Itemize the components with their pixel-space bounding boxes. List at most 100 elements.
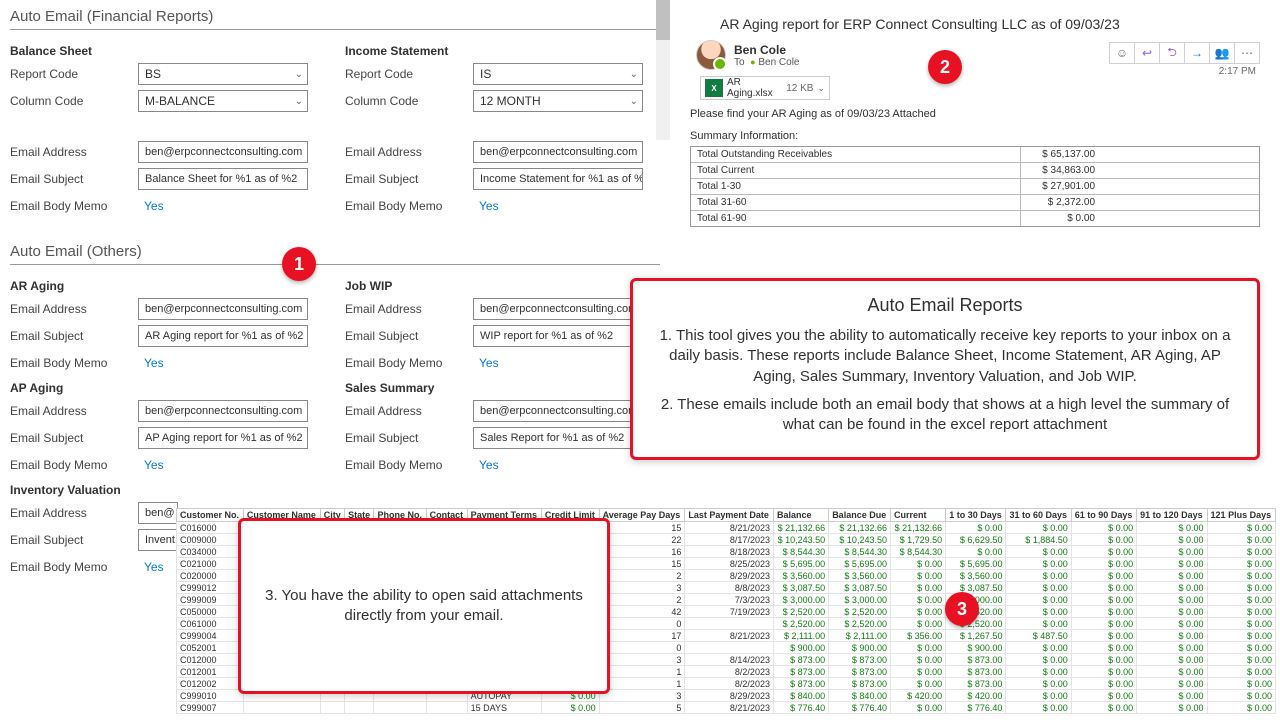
label-email-memo: Email Body Memo	[10, 199, 138, 213]
label-email-subj: Email Subject	[345, 329, 473, 343]
label-email-addr: Email Address	[10, 302, 138, 316]
input-ap-subject[interactable]: AP Aging report for %1 as of %2	[138, 427, 308, 449]
chevron-down-icon: ⌄	[295, 96, 303, 107]
label-email-addr: Email Address	[345, 145, 473, 159]
table-row[interactable]: C99900715 DAYS$ 0.0058/21/2023$ 776.40$ …	[177, 702, 1276, 714]
input-ar-subject[interactable]: AR Aging report for %1 as of %2	[138, 325, 308, 347]
label-email-memo: Email Body Memo	[10, 458, 138, 472]
link-ap-memo[interactable]: Yes	[138, 458, 308, 472]
col-header[interactable]: Customer No.	[177, 509, 244, 522]
label-report-code: Report Code	[345, 67, 473, 81]
col-header[interactable]: Balance Due	[829, 509, 891, 522]
badge-1: 1	[282, 247, 316, 281]
input-ap-email[interactable]: ben@erpconnectconsulting.com	[138, 400, 308, 422]
sales-heading: Sales Summary	[345, 381, 660, 395]
chevron-down-icon: ⌄	[630, 96, 638, 107]
label-email-subj: Email Subject	[10, 329, 138, 343]
scrollbar[interactable]	[656, 0, 670, 140]
link-is-memo[interactable]: Yes	[473, 199, 643, 213]
label-column-code: Column Code	[345, 94, 473, 108]
label-email-subj: Email Subject	[10, 172, 138, 186]
col-header[interactable]: Average Pay Days	[599, 509, 685, 522]
select-bs-column-code[interactable]: M-BALANCE⌄	[138, 90, 308, 112]
email-body-text: Please find your AR Aging as of 09/03/23…	[690, 108, 1260, 120]
input-inv-email[interactable]: ben@	[138, 502, 178, 524]
summary-label: Total 31-60	[691, 195, 1021, 210]
balance-sheet-group: Balance Sheet Report Code BS⌄ Column Cod…	[10, 38, 325, 116]
summary-value: $ 65,137.00	[1021, 147, 1101, 162]
attachment-name: AR Aging.xlsx	[727, 77, 782, 99]
link-sales-memo[interactable]: Yes	[473, 458, 643, 472]
col-header[interactable]: 121 Plus Days	[1207, 509, 1275, 522]
summary-value: $ 2,372.00	[1021, 195, 1101, 210]
inv-heading: Inventory Valuation	[10, 483, 325, 497]
col-header[interactable]: Balance	[773, 509, 828, 522]
label-email-addr: Email Address	[10, 404, 138, 418]
label-email-subj: Email Subject	[10, 431, 138, 445]
input-job-subject[interactable]: WIP report for %1 as of %2	[473, 325, 643, 347]
col-header[interactable]: 61 to 90 Days	[1071, 509, 1136, 522]
select-bs-report-code[interactable]: BS⌄	[138, 63, 308, 85]
chevron-down-icon[interactable]: ⌄	[817, 83, 825, 94]
summary-value: $ 34,863.00	[1021, 163, 1101, 178]
label-report-code: Report Code	[10, 67, 138, 81]
summary-label: Total 61-90	[691, 211, 1021, 226]
income-statement-group: Income Statement Report Code IS⌄ Column …	[345, 38, 660, 116]
col-header[interactable]: 1 to 30 Days	[946, 509, 1006, 522]
chevron-down-icon: ⌄	[630, 69, 638, 80]
summary-heading: Summary Information:	[690, 130, 1260, 142]
email-from: Ben Cole	[734, 43, 799, 57]
attachment-chip[interactable]: X AR Aging.xlsx 12 KB ⌄	[700, 76, 830, 100]
col-header[interactable]: Current	[890, 509, 945, 522]
input-is-email[interactable]: ben@erpconnectconsulting.com	[473, 141, 643, 163]
link-bs-memo[interactable]: Yes	[138, 199, 308, 213]
excel-icon: X	[705, 79, 723, 97]
summary-value: $ 27,901.00	[1021, 179, 1101, 194]
callout-small: 3. You have the ability to open said att…	[238, 518, 610, 694]
callout-title: Auto Email Reports	[651, 295, 1239, 316]
link-ar-memo[interactable]: Yes	[138, 356, 308, 370]
label-email-memo: Email Body Memo	[10, 356, 138, 370]
label-email-subj: Email Subject	[345, 431, 473, 445]
callout-p2: 2. These emails include both an email bo…	[651, 395, 1239, 436]
avatar	[696, 40, 726, 70]
income-statement-heading: Income Statement	[345, 44, 660, 58]
col-header[interactable]: 31 to 60 Days	[1006, 509, 1071, 522]
label-email-addr: Email Address	[10, 145, 138, 159]
label-email-memo: Email Body Memo	[345, 458, 473, 472]
label-email-memo: Email Body Memo	[345, 199, 473, 213]
select-is-column-code[interactable]: 12 MONTH⌄	[473, 90, 643, 112]
callout-main: Auto Email Reports 1. This tool gives yo…	[630, 278, 1260, 460]
summary-table: Total Outstanding Receivables$ 65,137.00…	[690, 146, 1260, 227]
callout-p1: 1. This tool gives you the ability to au…	[651, 326, 1239, 387]
email-preview: AR Aging report for ERP Connect Consulti…	[670, 0, 1280, 280]
summary-label: Total Current	[691, 163, 1021, 178]
label-email-subj: Email Subject	[345, 172, 473, 186]
email-to: To ● Ben Cole	[734, 57, 799, 68]
label-email-subj: Email Subject	[10, 533, 138, 547]
ap-heading: AP Aging	[10, 381, 325, 395]
label-column-code: Column Code	[10, 94, 138, 108]
badge-3: 3	[945, 592, 979, 626]
email-subject: AR Aging report for ERP Connect Consulti…	[720, 16, 1260, 32]
input-is-subject[interactable]: Income Statement for %1 as of %2	[473, 168, 643, 190]
input-bs-subject[interactable]: Balance Sheet for %1 as of %2	[138, 168, 308, 190]
input-ar-email[interactable]: ben@erpconnectconsulting.com	[138, 298, 308, 320]
input-inv-subject[interactable]: Invent	[138, 529, 178, 551]
ar-heading: AR Aging	[10, 279, 325, 293]
input-job-email[interactable]: ben@erpconnectconsulting.com	[473, 298, 643, 320]
summary-label: Total Outstanding Receivables	[691, 147, 1021, 162]
col-header[interactable]: 91 to 120 Days	[1137, 509, 1207, 522]
col-header[interactable]: Last Payment Date	[685, 509, 774, 522]
label-email-addr: Email Address	[345, 404, 473, 418]
callout-small-text: 3. You have the ability to open said att…	[259, 586, 589, 627]
input-sales-email[interactable]: ben@erpconnectconsulting.com	[473, 400, 643, 422]
link-job-memo[interactable]: Yes	[473, 356, 643, 370]
attachment-size: 12 KB	[786, 83, 813, 94]
label-email-memo: Email Body Memo	[10, 560, 138, 574]
job-heading: Job WIP	[345, 279, 660, 293]
input-sales-subject[interactable]: Sales Report for %1 as of %2	[473, 427, 643, 449]
balance-sheet-heading: Balance Sheet	[10, 44, 325, 58]
input-bs-email[interactable]: ben@erpconnectconsulting.com	[138, 141, 308, 163]
select-is-report-code[interactable]: IS⌄	[473, 63, 643, 85]
